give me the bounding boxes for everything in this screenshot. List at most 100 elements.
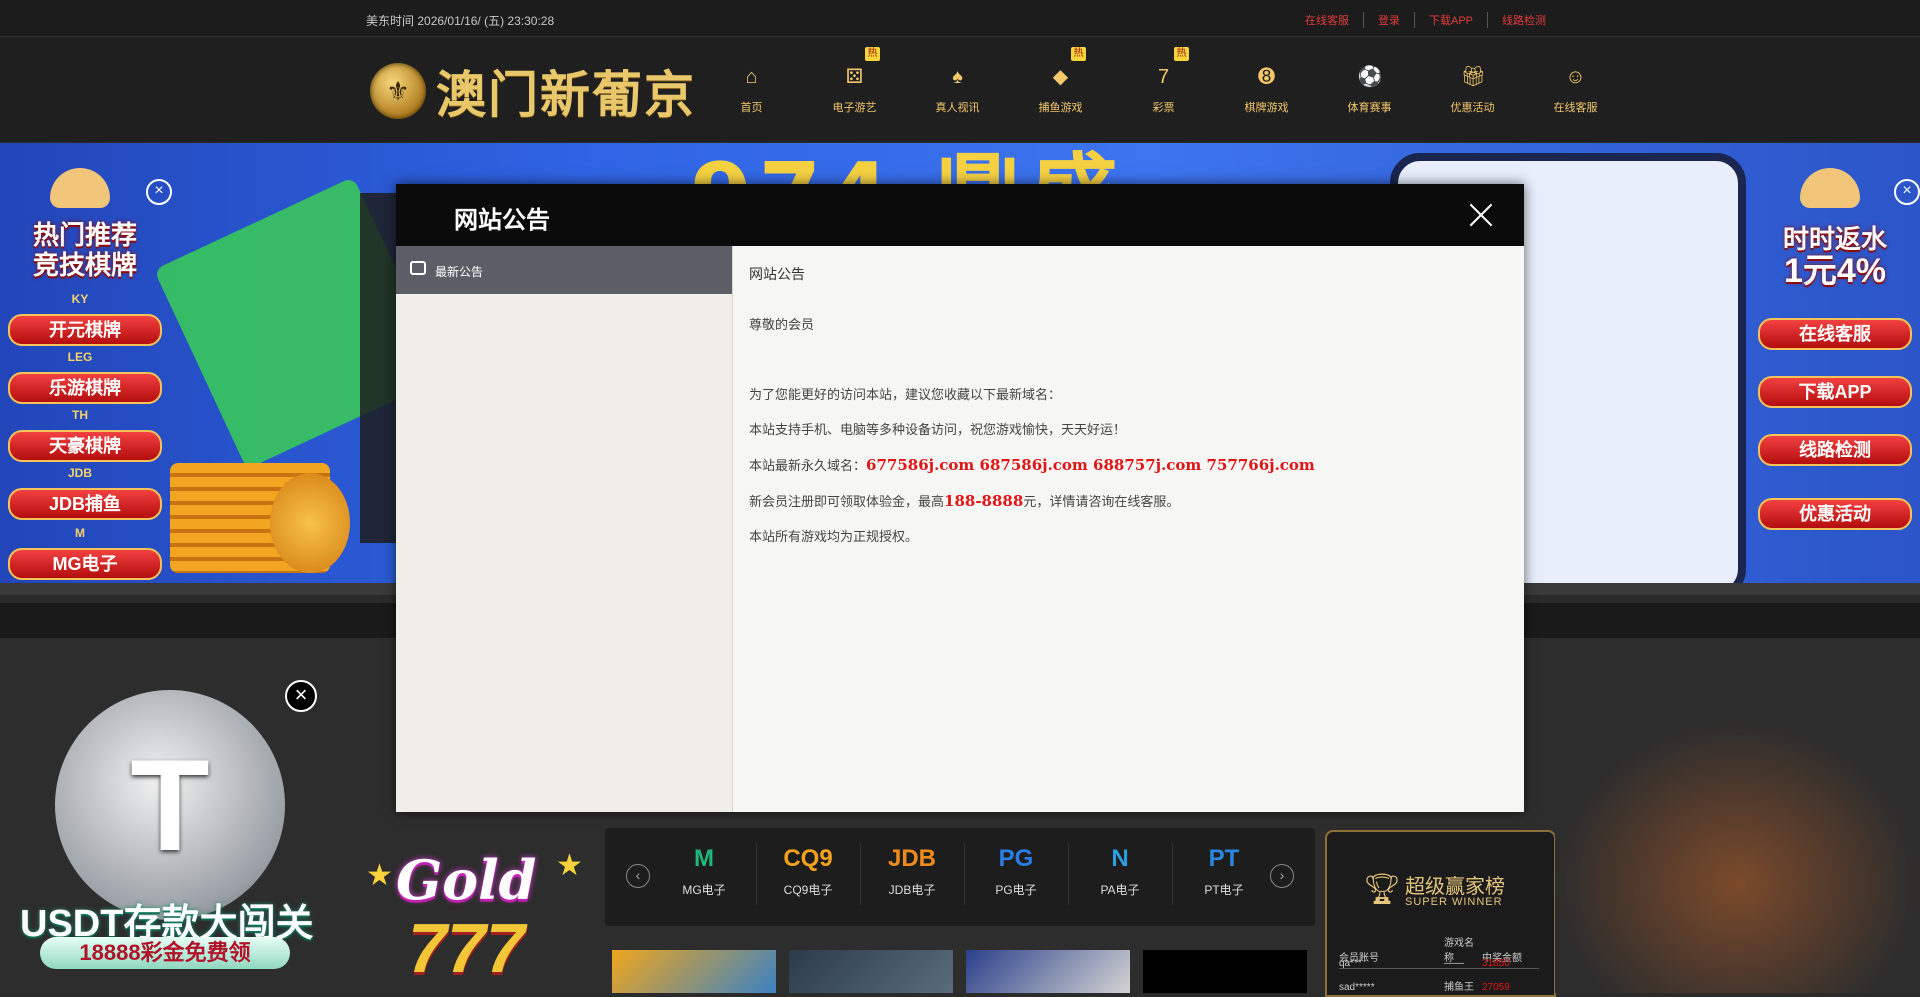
trophy-icon: 🏆︎ <box>1363 873 1402 906</box>
modal-title: 网站公告 <box>454 207 550 234</box>
left-float-heading-1: 热门推荐 <box>32 220 137 250</box>
right-float-close-icon[interactable]: × <box>1894 179 1920 205</box>
top-bar: 美东时间 2026/01/16/ (五) 23:30:28 在线客服 登录 下载… <box>0 0 1920 37</box>
content-greeting: 尊敬的会员 <box>749 318 815 333</box>
provider-jdb[interactable]: JDB JDB电子 <box>860 843 965 905</box>
content-line: 新会员注册即可领取体验金，最高188-8888元，详情请咨询在线客服。 <box>749 492 1180 511</box>
winner-subtitle: SUPER WINNER <box>1405 896 1503 908</box>
modal-sidebar: 最新公告 <box>396 246 733 812</box>
nav-promo[interactable]: 🎁︎ 优惠活动 <box>1421 37 1524 142</box>
left-float-btn-jdb[interactable]: JDB捕鱼 <box>8 488 162 520</box>
provider-pt[interactable]: PT PT电子 <box>1172 843 1276 905</box>
right-float-ad: 时时返水 1元4% 在线客服 下载APP 线路检测 优惠活动 <box>1750 168 1920 568</box>
chevron-right-icon[interactable]: › <box>1270 864 1294 888</box>
left-float-close-icon[interactable]: × <box>146 179 172 205</box>
usdt-close-icon[interactable]: × <box>285 680 317 712</box>
right-float-btn-app[interactable]: 下载APP <box>1758 376 1912 408</box>
pg-logo-icon: PG <box>998 845 1034 872</box>
gold-word: Gold <box>396 848 537 912</box>
nav-sports[interactable]: ⚽ 体育赛事 <box>1318 37 1421 142</box>
provider-mg[interactable]: M MG电子 <box>652 843 757 905</box>
message-icon <box>410 261 426 275</box>
gift-icon: 🎁︎ <box>1460 66 1486 88</box>
mascot-icon <box>50 168 110 208</box>
left-float-btn-ky[interactable]: 开元棋牌 <box>8 314 162 346</box>
site-logo[interactable]: ⚜ 澳门新葡京 <box>370 55 696 127</box>
right-float-btn-promo[interactable]: 优惠活动 <box>1758 498 1912 530</box>
top-link-service[interactable]: 在线客服 <box>1291 12 1363 28</box>
logo-mark-icon: ⚜ <box>370 63 426 119</box>
close-icon[interactable] <box>1466 200 1496 230</box>
left-float-btn-leg[interactable]: 乐游棋牌 <box>8 372 162 404</box>
datetime-display: 美东时间 2026/01/16/ (五) 23:30:28 <box>366 14 555 28</box>
winner-title: 超级赢家榜 <box>1405 876 1505 898</box>
header: ⚜ 澳门新葡京 ⌂ 首页 热 ⚄ 电子游艺 ♠ 真人视讯 热 ◆ 捕鱼游戏 热 7 彩票 ➑ 棋牌… <box>0 37 1920 142</box>
star-icon: ★ <box>366 859 393 892</box>
content-line: 为了您能更好的访问本站，建议您收藏以下最新域名： <box>749 388 1062 403</box>
left-float-heading-2: 竞技棋牌 <box>32 250 137 280</box>
nav-fishing[interactable]: 热 ◆ 捕鱼游戏 <box>1009 37 1112 142</box>
tether-coin-icon: T <box>55 690 285 920</box>
nav-live[interactable]: ♠ 真人视讯 <box>906 37 1009 142</box>
game-thumb[interactable] <box>1143 950 1307 993</box>
hot-badge: 热 <box>865 47 880 61</box>
fish-icon: ◆ <box>1052 66 1069 88</box>
game-thumb[interactable] <box>966 950 1130 993</box>
provider-pg[interactable]: PG PG电子 <box>964 843 1069 905</box>
support-icon: ☺ <box>1565 66 1586 88</box>
gold-number: 777 <box>408 909 525 987</box>
left-float-btn-mg[interactable]: MG电子 <box>8 548 162 580</box>
eight-ball-icon: ➑ <box>1258 66 1275 88</box>
provider-pa[interactable]: N PA电子 <box>1068 843 1173 905</box>
logo-text: 澳门新葡京 <box>436 65 696 124</box>
top-link-app[interactable]: 下载APP <box>1413 12 1487 28</box>
ky-logo-icon: KY <box>71 292 89 306</box>
announcement-modal: 网站公告 最新公告 网站公告 尊敬的会员 为了您能更好的访问本站，建议您收藏以下… <box>396 184 1524 812</box>
right-float-btn-check[interactable]: 线路检测 <box>1758 434 1912 466</box>
nav-home[interactable]: ⌂ 首页 <box>700 37 803 142</box>
top-links: 在线客服 登录 下载APP 线路检测 <box>1291 12 1560 28</box>
domain-list: 677586j.com 687586j.com 688757j.com 7577… <box>866 456 1315 474</box>
cards-icon: ♠ <box>952 66 963 88</box>
mascot-icon <box>1800 168 1860 208</box>
gold-777-graphic[interactable]: ★ ★ Gold 777 <box>366 838 601 993</box>
bonus-range: 188-8888 <box>944 492 1024 510</box>
dice-icon: ⚄ <box>845 66 864 88</box>
usdt-pill: 18888彩金免费领 <box>40 937 290 969</box>
top-link-login[interactable]: 登录 <box>1362 12 1414 28</box>
mg-logo-icon: M <box>694 845 714 872</box>
content-line: 本站所有游戏均为正规授权。 <box>749 530 919 545</box>
super-winner-board: 🏆︎ 超级赢家榜 SUPER WINNER 会员账号游戏名称 中奖金额 qa***… <box>1325 830 1556 997</box>
provider-carousel: ‹ M MG电子 CQ9 CQ9电子 JDB JDB电子 PG PG电子 N PA电子 P… <box>605 828 1315 926</box>
nav-chess[interactable]: ➑ 棋牌游戏 <box>1215 37 1318 142</box>
nav-slots[interactable]: 热 ⚄ 电子游艺 <box>803 37 906 142</box>
left-float-btn-th[interactable]: 天豪棋牌 <box>8 430 162 462</box>
character-illustration <box>1555 720 1920 993</box>
game-thumb[interactable] <box>789 950 953 993</box>
modal-content: 网站公告 尊敬的会员 为了您能更好的访问本站，建议您收藏以下最新域名： 本站支持… <box>749 264 1509 564</box>
sidebar-item-latest[interactable]: 最新公告 <box>396 246 732 294</box>
game-thumb[interactable] <box>612 950 776 993</box>
content-line: 本站支持手机、电脑等多种设备访问，祝您游戏愉快，天天好运！ <box>749 423 1127 438</box>
winner-row: qa*** —— 31850 <box>1339 958 1510 969</box>
hot-badge: 热 <box>1071 47 1086 61</box>
coin-graphic <box>270 473 350 573</box>
game-thumbnails <box>612 950 1307 993</box>
pt-logo-icon: PT <box>1208 845 1240 872</box>
winner-row: sad***** 捕鱼王 27059 <box>1339 982 1510 993</box>
provider-cq9[interactable]: CQ9 CQ9电子 <box>756 843 861 905</box>
content-heading: 网站公告 <box>749 267 805 283</box>
top-link-check[interactable]: 线路检测 <box>1487 12 1560 28</box>
nav-support[interactable]: ☺ 在线客服 <box>1524 37 1627 142</box>
right-float-btn-service[interactable]: 在线客服 <box>1758 318 1912 350</box>
star-icon: ★ <box>556 849 583 882</box>
chevron-left-icon[interactable]: ‹ <box>626 864 650 888</box>
th-logo-icon: TH <box>72 408 88 422</box>
left-float-ad: 热门推荐 竞技棋牌 KY 开元棋牌 LEG 乐游棋牌 TH 天豪棋牌 JDB J… <box>0 168 170 580</box>
nav-lottery[interactable]: 热 7 彩票 <box>1112 37 1215 142</box>
content-line: 本站最新永久域名：677586j.com 687586j.com 688757j… <box>749 456 1315 475</box>
sidebar-item-label: 最新公告 <box>435 265 484 279</box>
usdt-float-ad[interactable]: T USDT存款大闯关 18888彩金免费领 <box>0 670 345 993</box>
main-nav: ⌂ 首页 热 ⚄ 电子游艺 ♠ 真人视讯 热 ◆ 捕鱼游戏 热 7 彩票 ➑ 棋牌游戏 ⚽ 体育赛事… <box>700 37 1627 142</box>
cq9-logo-icon: CQ9 <box>783 845 833 872</box>
